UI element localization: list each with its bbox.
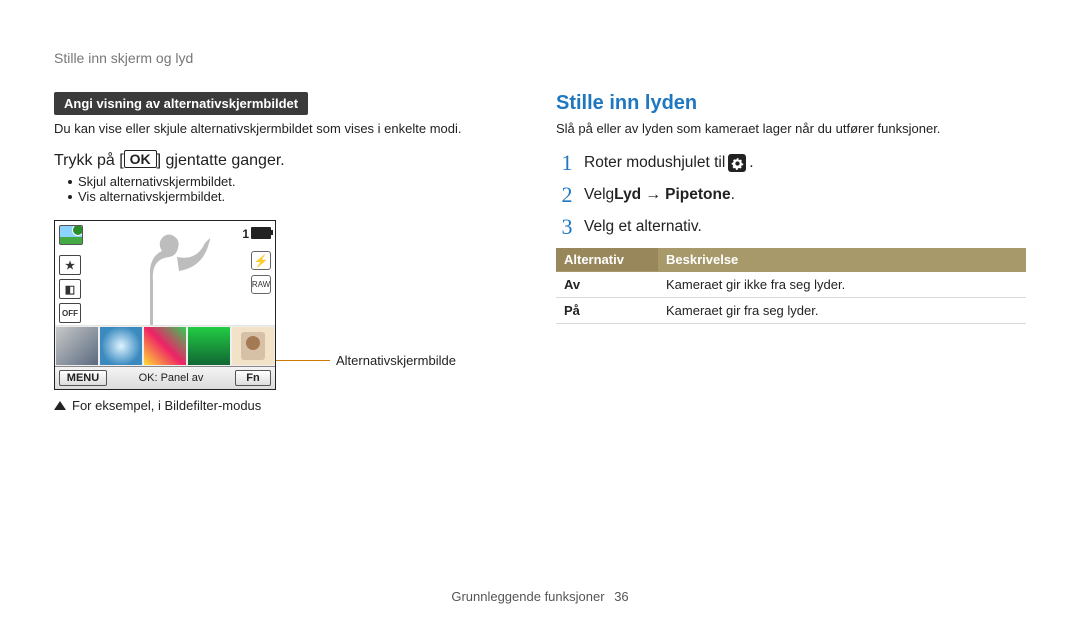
table-header: Beskrivelse	[658, 248, 1026, 272]
example-caption: For eksempel, i Bildefilter-modus	[54, 398, 524, 413]
table-cell-key: Av	[556, 272, 658, 298]
face-thumb-icon	[241, 332, 265, 360]
camera-screen: ★ ◧ OFF 1 ⚡ RAW	[54, 220, 276, 390]
screen-bottom-bar: MENU OK: Panel av Fn	[55, 366, 275, 389]
caption-text: For eksempel, i Bildefilter-modus	[72, 398, 261, 413]
table-header: Alternativ	[556, 248, 658, 272]
shot-counter: 1	[242, 227, 249, 241]
filter-thumb	[55, 326, 99, 366]
subject-silhouette	[115, 229, 225, 325]
press-ok-instruction: Trykk på [OK] gjentatte ganger.	[54, 150, 524, 170]
callout-leader-line	[276, 360, 330, 361]
star-mode-icon: ★	[59, 255, 81, 275]
bullet-item: Skjul alternativskjermbildet.	[68, 174, 524, 189]
table-cell-val: Kameraet gir ikke fra seg lyder.	[658, 272, 1026, 298]
panel-status: OK: Panel av	[111, 372, 231, 384]
screen-illustration-wrap: ★ ◧ OFF 1 ⚡ RAW	[54, 220, 464, 390]
filter-filmstrip	[55, 325, 275, 366]
menu-button: MENU	[59, 370, 107, 386]
arrow-right-icon: →	[645, 186, 661, 204]
raw-icon: RAW	[251, 275, 271, 294]
ok-key-icon: OK	[124, 150, 157, 168]
breadcrumb: Stille inn skjerm og lyd	[54, 50, 193, 66]
step-item: 1 Roter modushjulet til .	[556, 150, 1026, 176]
step-bold-1: Lyd	[614, 186, 641, 204]
bullet-list: Skjul alternativskjermbildet. Vis altern…	[68, 174, 524, 204]
section-badge: Angi visning av alternativskjermbildet	[54, 92, 308, 115]
filter-thumb	[187, 326, 231, 366]
step-end: .	[731, 186, 735, 204]
step-item: 3 Velg et alternativ.	[556, 214, 1026, 240]
right-intro: Slå på eller av lyden som kameraet lager…	[556, 121, 1026, 136]
left-column: Angi visning av alternativskjermbildet D…	[54, 92, 524, 413]
instr-post: ] gjentatte ganger.	[157, 152, 285, 169]
step-text: Roter modushjulet til	[584, 154, 725, 172]
right-column: Stille inn lyden Slå på eller av lyden s…	[556, 92, 1026, 324]
step-item: 2 Velg Lyd → Pipetone .	[556, 182, 1026, 208]
step-number: 1	[556, 150, 578, 176]
bullet-dot-icon	[68, 180, 72, 184]
fn-button: Fn	[235, 370, 271, 386]
bullet-text: Skjul alternativskjermbildet.	[78, 174, 236, 189]
step-list: 1 Roter modushjulet til . 2 Velg Lyd → P…	[556, 150, 1026, 240]
bullet-item: Vis alternativskjermbildet.	[68, 189, 524, 204]
step-bold-2: Pipetone	[665, 186, 730, 204]
off-mode-icon: OFF	[59, 303, 81, 323]
step-number: 2	[556, 182, 578, 208]
flash-icon: ⚡	[251, 251, 271, 270]
table-header-row: Alternativ Beskrivelse	[556, 248, 1026, 272]
instr-pre: Trykk på [	[54, 152, 124, 169]
page-number: 36	[614, 589, 628, 604]
step-end: .	[749, 154, 753, 172]
bullet-dot-icon	[68, 195, 72, 199]
callout-label: Alternativskjermbilde	[336, 353, 456, 368]
page-footer: Grunnleggende funksjoner 36	[0, 589, 1080, 604]
table-row: På Kameraet gir fra seg lyder.	[556, 298, 1026, 324]
scene-thumbnail-icon	[59, 225, 83, 245]
settings-gear-icon	[728, 154, 746, 172]
table-cell-key: På	[556, 298, 658, 324]
triangle-up-icon	[54, 401, 66, 410]
option-table: Alternativ Beskrivelse Av Kameraet gir i…	[556, 248, 1026, 324]
camera-mode-icon: ◧	[59, 279, 81, 299]
table-cell-val: Kameraet gir fra seg lyder.	[658, 298, 1026, 324]
footer-label: Grunnleggende funksjoner	[451, 589, 604, 604]
filter-thumb	[143, 326, 187, 366]
step-text-pre: Velg	[584, 186, 614, 204]
left-intro: Du kan vise eller skjule alternativskjer…	[54, 121, 524, 136]
filter-thumb	[99, 326, 143, 366]
step-text: Velg et alternativ.	[584, 218, 702, 236]
screen-preview-area: ★ ◧ OFF 1 ⚡ RAW	[55, 221, 275, 325]
table-row: Av Kameraet gir ikke fra seg lyder.	[556, 272, 1026, 298]
step-number: 3	[556, 214, 578, 240]
bullet-text: Vis alternativskjermbildet.	[78, 189, 225, 204]
filter-thumb	[231, 326, 275, 366]
section-title: Stille inn lyden	[556, 92, 1026, 115]
battery-icon	[251, 227, 271, 239]
